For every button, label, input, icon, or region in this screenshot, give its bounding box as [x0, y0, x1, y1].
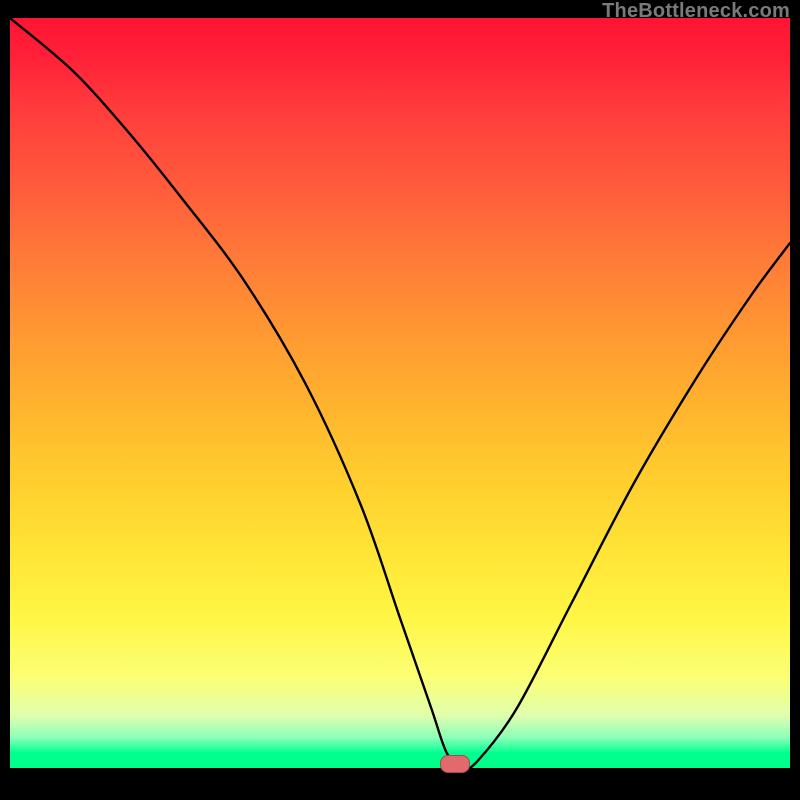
chart-frame: TheBottleneck.com: [0, 0, 800, 800]
optimum-marker: [440, 755, 470, 773]
bottleneck-curve: [10, 18, 790, 768]
plot-area: [10, 18, 790, 768]
curve-path: [10, 18, 790, 768]
